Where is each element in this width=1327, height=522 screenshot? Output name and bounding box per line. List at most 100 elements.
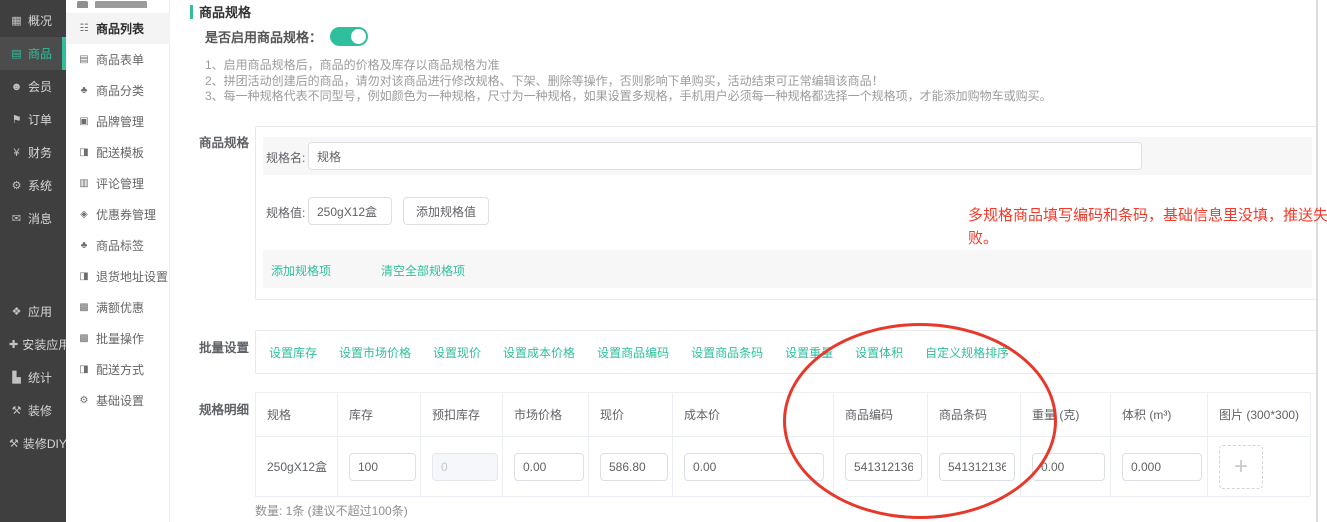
volume-input[interactable]	[1122, 453, 1202, 481]
rail-label: 系统	[28, 177, 52, 194]
submenu-label: 品牌管理	[96, 113, 144, 130]
batch-link-volume[interactable]: 设置体积	[855, 344, 903, 361]
submenu-item-goods-form[interactable]: ▤ 商品表单	[66, 44, 170, 75]
decorate-tool-icon: ⚒	[9, 404, 24, 417]
rail-label: 会员	[28, 78, 52, 95]
cell-spec-name: 250gX12盒	[256, 437, 338, 497]
market-price-input[interactable]	[514, 453, 584, 481]
weight-input[interactable]	[1032, 453, 1105, 481]
submenu-item-partial-cutoff[interactable]	[66, 0, 170, 8]
spec-detail-table: 规格 库存 预扣库存 市场价格 现价 成本价 商品编码 商品条码 重量 (克) …	[255, 392, 1311, 497]
col-weight: 重量 (克)	[1021, 393, 1111, 437]
batch-link-market-price[interactable]: 设置市场价格	[339, 344, 411, 361]
spec-section-label: 商品规格	[199, 132, 249, 151]
red-annotation-note: 多规格商品填写编码和条码，基础信息里没填，推送失败。	[968, 204, 1327, 250]
rail-item-messages[interactable]: ✉消息	[0, 202, 66, 235]
batch-link-current-price[interactable]: 设置现价	[433, 344, 481, 361]
submenu-item-basic-settings[interactable]: ⚙基础设置	[66, 385, 170, 416]
submenu-item-comments[interactable]: ▥评论管理	[66, 168, 170, 199]
rail-label: 订单	[28, 111, 52, 128]
goods-icon: ▤	[9, 47, 24, 60]
goods-barcode-input[interactable]	[939, 453, 1015, 481]
rail-item-goods[interactable]: ▤商品	[0, 37, 66, 70]
submenu-item-brand[interactable]: ▣品牌管理	[66, 106, 170, 137]
rail-item-install-apps[interactable]: ✚安装应用	[0, 328, 66, 361]
section-title-bar: 商品规格	[190, 2, 251, 21]
rail-item-apps[interactable]: ❖ 应用	[0, 295, 66, 328]
image-upload-box[interactable]: +	[1219, 445, 1263, 489]
rail-label: 应用	[28, 303, 52, 320]
rail-item-decorate[interactable]: ⚒装修	[0, 394, 66, 427]
submenu-label: 商品分类	[96, 82, 144, 99]
current-price-input[interactable]	[600, 453, 668, 481]
submenu-label: 优惠券管理	[96, 206, 156, 223]
batch-link-weight[interactable]: 设置重量	[785, 344, 833, 361]
orders-cart-icon: ⚑	[9, 113, 24, 126]
enable-spec-toggle[interactable]	[330, 27, 368, 46]
batch-link-stock[interactable]: 设置库存	[269, 344, 317, 361]
col-withhold-stock: 预扣库存	[421, 393, 503, 437]
batch-box-icon: ▩	[77, 333, 91, 344]
spec-value-input[interactable]	[308, 197, 392, 225]
page-right-border	[1316, 0, 1318, 522]
col-market-price: 市场价格	[503, 393, 589, 437]
submenu-item-goods-category[interactable]: ♣商品分类	[66, 75, 170, 106]
toggle-knob	[351, 29, 366, 44]
clear-all-spec-link[interactable]: 清空全部规格项	[381, 262, 465, 279]
submenu-item-batch-ops[interactable]: ▩ 批量操作	[66, 323, 170, 354]
add-spec-item-link[interactable]: 添加规格项	[271, 262, 331, 279]
submenu-item-shipping-template[interactable]: ◨配送模板	[66, 137, 170, 168]
goods-form-icon: ▤	[77, 54, 91, 65]
submenu-label: 配送方式	[96, 361, 144, 378]
batch-link-custom-sort[interactable]: 自定义规格排序	[925, 344, 1009, 361]
goods-submenu: ☷商品列表 ▤商品表单 ♣商品分类 ▣品牌管理 ◨配送模板 ▥评论管理 ◈优惠券…	[66, 0, 170, 522]
batch-settings-panel: 设置库存 设置市场价格 设置现价 设置成本价格 设置商品编码 设置商品条码 设置…	[255, 330, 1318, 374]
submenu-item-goods-tags[interactable]: ♣ 商品标签	[66, 230, 170, 261]
submenu-label: 配送模板	[96, 144, 144, 161]
rail-item-orders[interactable]: ⚑ 订单	[0, 103, 66, 136]
page-title: 商品规格	[199, 2, 251, 21]
batch-link-cost-price[interactable]: 设置成本价格	[503, 344, 575, 361]
submenu-label: 批量操作	[96, 330, 144, 347]
batch-link-goods-barcode[interactable]: 设置商品条码	[691, 344, 763, 361]
goods-list-icon: ☷	[77, 23, 91, 34]
rail-item-system[interactable]: ⚙系统	[0, 169, 66, 202]
add-spec-value-button[interactable]: 添加规格值	[403, 197, 489, 225]
submenu-item-goods-list[interactable]: ☷商品列表	[66, 13, 170, 44]
spec-name-input[interactable]	[308, 142, 1142, 170]
decorate-diy-icon: ⚒	[9, 437, 19, 450]
rail-item-finance[interactable]: ¥财务	[0, 136, 66, 169]
goods-tags-icon: ♣	[77, 240, 91, 251]
submenu-item-delivery-method[interactable]: ◨配送方式	[66, 354, 170, 385]
table-header-row: 规格 库存 预扣库存 市场价格 现价 成本价 商品编码 商品条码 重量 (克) …	[256, 393, 1311, 437]
rail-item-members[interactable]: ☻会员	[0, 70, 66, 103]
submenu-item-coupons[interactable]: ◈优惠券管理	[66, 199, 170, 230]
spec-name-label: 规格名:	[266, 149, 305, 166]
discount-box-icon: ▩	[77, 302, 91, 313]
batch-link-goods-code[interactable]: 设置商品编码	[597, 344, 669, 361]
dashboard-icon: ▦	[9, 14, 24, 27]
plus-icon: +	[1234, 453, 1248, 481]
rail-item-decorate-diy[interactable]: ⚒装修DIY	[0, 427, 66, 460]
comments-icon: ▥	[77, 178, 91, 189]
rail-item-overview[interactable]: ▦概况	[0, 4, 66, 37]
submenu-item-return-address[interactable]: ◨退货地址设置	[66, 261, 170, 292]
note-line: 2、拼团活动创建后的商品，请勿对该商品进行修改规格、下架、删除等操作，否则影响下…	[205, 74, 1052, 90]
rail-label: 消息	[28, 210, 52, 227]
submenu-label: 商品标签	[96, 237, 144, 254]
rail-label: 统计	[28, 369, 52, 386]
cutoff-icon	[77, 1, 88, 8]
rail-item-statistics[interactable]: ▙统计	[0, 361, 66, 394]
apps-nodes-icon: ❖	[9, 305, 24, 318]
cost-price-input[interactable]	[684, 453, 824, 481]
submenu-item-full-discount[interactable]: ▩ 满额优惠	[66, 292, 170, 323]
table-row: 250gX12盒 +	[256, 437, 1311, 497]
stock-input[interactable]	[349, 453, 416, 481]
submenu-label: 满额优惠	[96, 299, 144, 316]
main-nav-rail: ▦概况 ▤商品 ☻会员 ⚑ 订单 ¥财务 ⚙系统 ✉消息 ❖ 应用 ✚安装应用 ▙统…	[0, 0, 66, 522]
enable-spec-row: 是否启用商品规格：	[205, 27, 368, 46]
col-current-price: 现价	[589, 393, 673, 437]
title-accent-bar	[190, 5, 193, 19]
submenu-label: 商品表单	[96, 51, 144, 68]
goods-code-input[interactable]	[845, 453, 922, 481]
